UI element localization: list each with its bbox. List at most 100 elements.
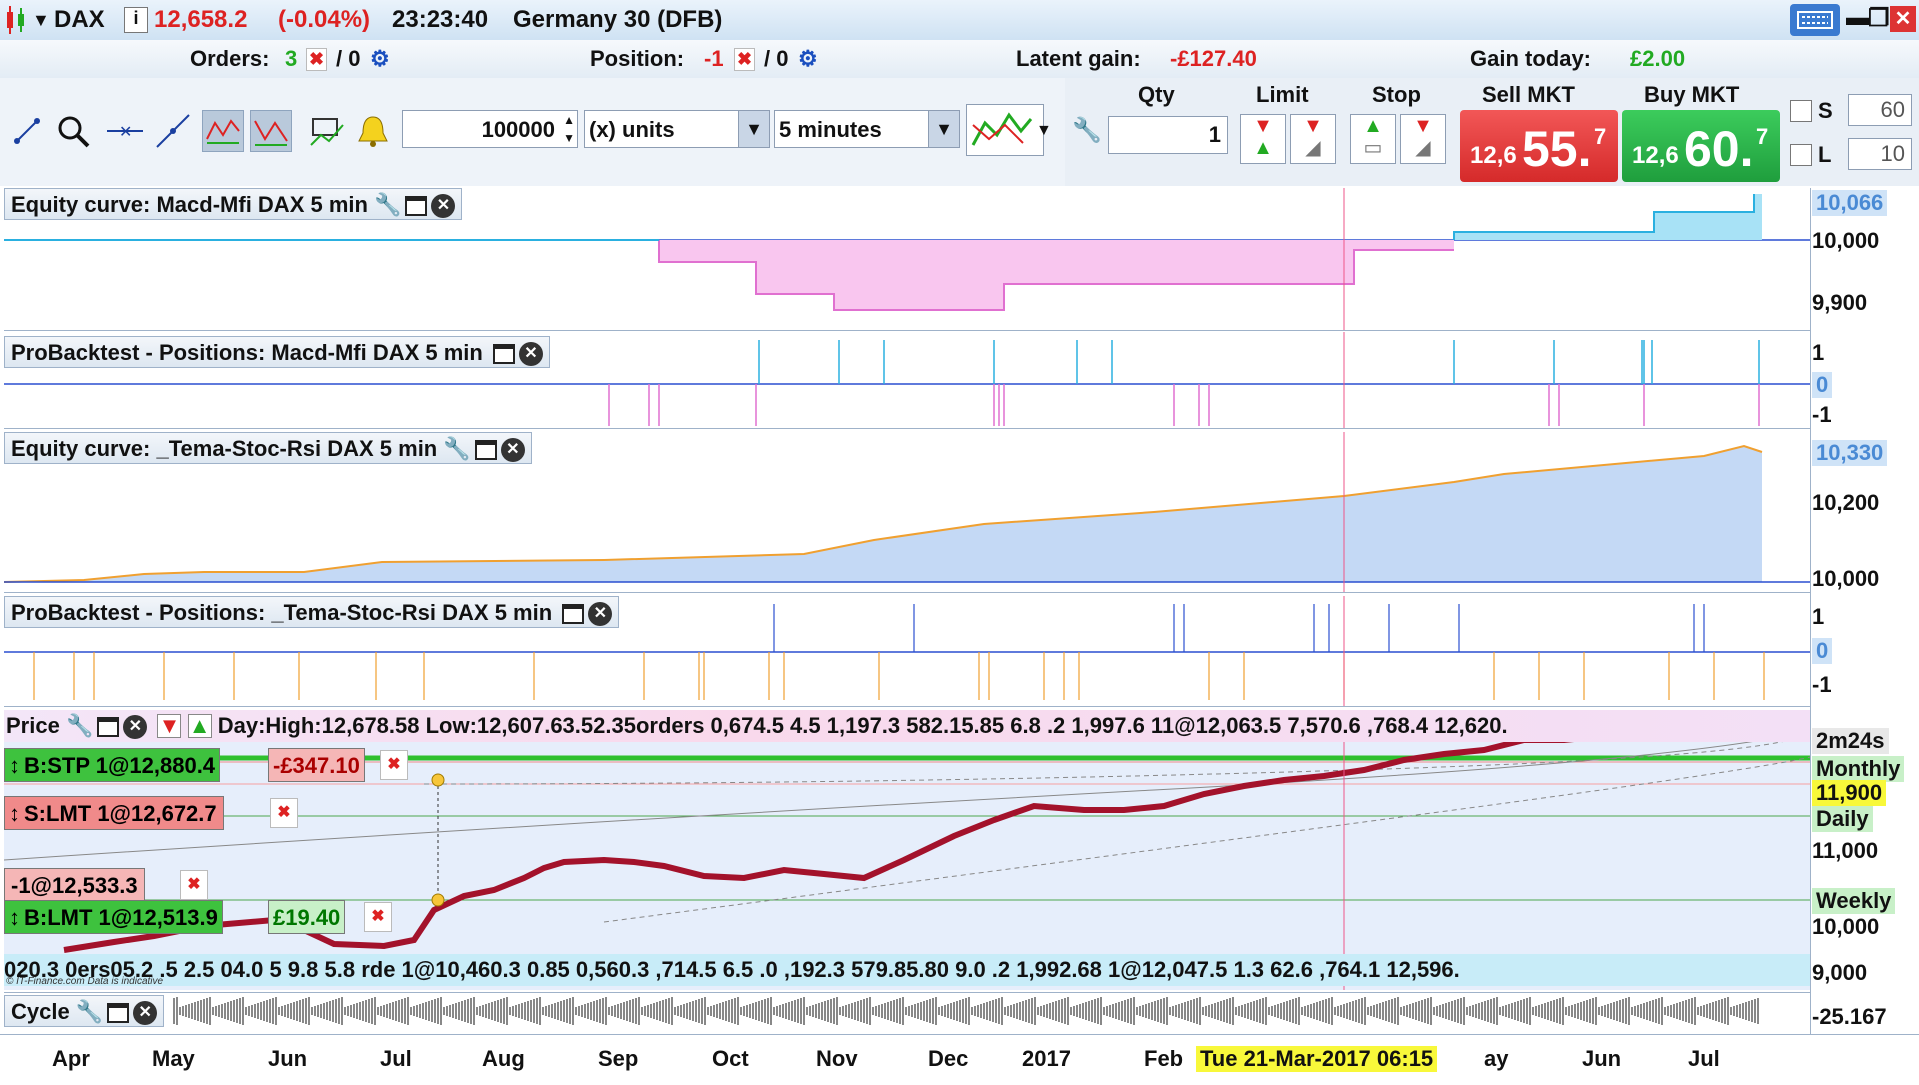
wrench-icon[interactable]: 🔧	[374, 192, 401, 217]
qty-input[interactable]: 1	[1108, 116, 1228, 154]
stop-distance-input[interactable]: 60	[1848, 94, 1912, 126]
stop-buy-icon[interactable]: ▲ ▭	[1350, 114, 1396, 164]
close-icon[interactable]: ✕	[500, 438, 525, 463]
cycle-title-bar: Cycle 🔧 ✕	[4, 995, 165, 1027]
position-value[interactable]: -1	[704, 46, 724, 72]
x-label: Jul	[380, 1046, 412, 1071]
equity-panel-1[interactable]: Equity curve: Macd-Mfi DAX 5 min 🔧 ✕	[4, 188, 1810, 331]
quantity-input[interactable]: 100000 ▲ ▼	[402, 110, 578, 148]
alert-icon[interactable]	[352, 110, 394, 152]
gear-icon[interactable]: ⚙	[798, 46, 818, 72]
cancel-orders-icon[interactable]: ✖	[306, 48, 328, 71]
minimize-icon[interactable]: ▬	[1846, 4, 1870, 32]
trendline-icon[interactable]	[152, 110, 194, 152]
price-panel[interactable]: Price 🔧 ✕ ▼ ▲ Day:High:12,678.58 Low:12,6…	[3, 710, 1827, 990]
close-window-icon[interactable]: ✕	[1890, 6, 1916, 32]
close-icon[interactable]: ✕	[588, 602, 613, 627]
svg-text:✕: ✕	[119, 124, 132, 141]
spinner-icon[interactable]: ▲ ▼	[563, 111, 575, 147]
info-icon[interactable]: i	[124, 7, 148, 33]
cycle-panel[interactable]: Cycle 🔧 ✕	[4, 992, 1810, 1029]
wrench-icon[interactable]: 🔧	[1072, 116, 1102, 145]
limit-distance-input[interactable]: 10	[1848, 138, 1912, 170]
sell-limit-order[interactable]: ↕ S:LMT 1@12,672.7	[4, 796, 224, 830]
instrument-name[interactable]: DAX	[54, 6, 105, 34]
buy-sup: 7	[1756, 124, 1769, 149]
units-select[interactable]: (x) units ▼	[584, 110, 770, 148]
close-icon[interactable]: ✕	[133, 1001, 158, 1026]
stop-header: Stop	[1372, 82, 1421, 107]
window-icon[interactable]	[492, 344, 515, 365]
equity-panel-2[interactable]: Equity curve: _Tema-Stoc-Rsi DAX 5 min 🔧…	[3, 432, 1810, 593]
buy-order-icon[interactable]: ▲	[187, 714, 212, 738]
orders-count[interactable]: 3	[285, 46, 297, 72]
close-position-icon[interactable]: ✖	[180, 870, 208, 900]
wrench-icon[interactable]: 🔧	[76, 999, 103, 1024]
sell-prefix: 12,6	[1470, 142, 1517, 169]
drag-handle-icon[interactable]: ↕	[9, 753, 20, 778]
buy-market-button[interactable]: 12,6 60. 7	[1622, 110, 1780, 182]
y-label: 0	[1812, 638, 1833, 664]
draw-icon[interactable]	[6, 110, 48, 152]
indicator-icon[interactable]	[306, 110, 348, 152]
stop-sell-icon[interactable]: ▼ ◢	[1400, 114, 1446, 164]
restore-icon[interactable]: ❐	[1868, 4, 1890, 33]
limit-sell-icon[interactable]: ▼ ◢	[1290, 114, 1336, 164]
strategy-icon[interactable]	[966, 104, 1044, 156]
cancel-sell-limit-icon[interactable]: ✖	[270, 798, 298, 828]
wrench-icon[interactable]: 🔧	[66, 713, 93, 738]
stop-checkbox[interactable]	[1790, 100, 1812, 122]
limit-header: Limit	[1256, 82, 1309, 107]
positions2-title-bar: ProBacktest - Positions: _Tema-Stoc-Rsi …	[4, 596, 620, 628]
instrument-dropdown-icon[interactable]: ▼	[32, 10, 50, 31]
cancel-buy-limit-icon[interactable]: ✖	[364, 902, 392, 932]
buy-stop-order[interactable]: ↕ B:STP 1@12,880.4	[4, 748, 221, 782]
wrench-icon[interactable]: 🔧	[443, 436, 470, 461]
current-price-label: 11,900	[1812, 780, 1887, 806]
positions2-title: ProBacktest - Positions: _Tema-Stoc-Rsi …	[11, 600, 553, 625]
window-title-bar: ▼ DAX i 12,658.2 (-0.04%) 23:23:40 Germa…	[0, 0, 1919, 41]
positions-panel-2[interactable]: ProBacktest - Positions: _Tema-Stoc-Rsi …	[4, 596, 1810, 707]
gear-icon[interactable]: ⚙	[370, 46, 390, 72]
close-icon[interactable]: ✕	[518, 342, 543, 367]
window-icon[interactable]	[474, 440, 497, 461]
chart-type2-icon[interactable]	[250, 110, 292, 152]
open-position[interactable]: -1@12,533.3	[4, 868, 145, 902]
chart-type-icon[interactable]	[202, 110, 244, 152]
zoom-icon[interactable]	[52, 110, 94, 152]
positions-panel-1[interactable]: ProBacktest - Positions: Macd-Mfi DAX 5 …	[4, 332, 1810, 429]
chevron-down-icon[interactable]: ▼	[1036, 122, 1052, 140]
limit-checkbox[interactable]	[1790, 144, 1812, 166]
drag-handle-icon[interactable]: ↕	[9, 801, 20, 826]
window-icon[interactable]	[405, 196, 428, 217]
close-position-icon[interactable]: ✖	[734, 48, 756, 71]
close-icon[interactable]: ✕	[431, 194, 456, 219]
close-icon[interactable]: ✕	[123, 715, 148, 740]
price-title: Price	[6, 713, 60, 738]
sell-market-button[interactable]: 12,6 55. 7	[1460, 110, 1618, 182]
hline-icon[interactable]: ✕	[104, 110, 146, 152]
window-icon[interactable]	[97, 717, 120, 738]
y-label: 10,000	[1812, 566, 1880, 591]
cancel-stop-icon[interactable]: ✖	[380, 750, 408, 780]
chevron-down-icon[interactable]: ▼	[738, 111, 769, 147]
window-icon[interactable]	[562, 604, 585, 625]
latent-gain-label: Latent gain:	[1016, 46, 1141, 71]
position-zero: / 0	[764, 46, 789, 71]
limit-buy-icon[interactable]: ▼ ▲	[1240, 114, 1286, 164]
keyboard-icon[interactable]	[1790, 4, 1840, 36]
sell-limit-label: S:LMT 1@12,672.7	[24, 801, 217, 826]
positions1-title: ProBacktest - Positions: Macd-Mfi DAX 5 …	[11, 340, 483, 365]
sell-header: Sell MKT	[1482, 82, 1575, 107]
y-label: -25.167	[1812, 1004, 1887, 1029]
buy-limit-order[interactable]: ↕ B:LMT 1@12,513.9	[4, 900, 223, 934]
chevron-down-icon[interactable]: ▼	[928, 111, 959, 147]
interval-value: 5 minutes	[779, 117, 882, 142]
y-label: 10,200	[1812, 490, 1880, 515]
positions1-title-bar: ProBacktest - Positions: Macd-Mfi DAX 5 …	[4, 336, 550, 368]
window-icon[interactable]	[107, 1003, 130, 1024]
sell-order-icon[interactable]: ▼	[157, 714, 182, 738]
interval-select[interactable]: 5 minutes ▼	[774, 110, 960, 148]
drag-handle-icon[interactable]: ↕	[9, 905, 20, 930]
trade-log-text: 020.3 0ers05.2 .5 2.5 04.0 5 9.8 5.8 rde…	[4, 957, 1460, 982]
